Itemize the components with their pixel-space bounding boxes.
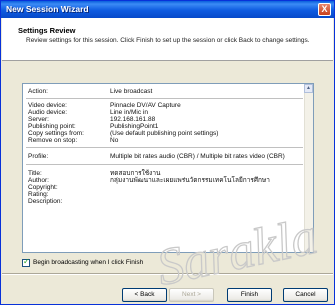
action-value: Live broadcast — [110, 88, 153, 95]
scroll-up-icon[interactable]: ▲ — [304, 84, 313, 93]
row-value: กลุ่มงานพัฒนาและเผยแพร่นวัตกรรมเทคโนโลยี… — [110, 177, 270, 184]
page-title: Settings Review — [18, 26, 76, 35]
finish-button[interactable]: Finish — [227, 288, 272, 302]
action-label: Action: — [28, 88, 48, 95]
row-value: No — [110, 137, 119, 144]
row-label: Remove on stop: — [28, 137, 78, 144]
profile-value: Multiple bit rates audio (CBR) / Multipl… — [110, 153, 285, 160]
back-button[interactable]: < Back — [122, 288, 167, 302]
close-button[interactable]: X — [318, 3, 331, 16]
profile-label: Profile: — [28, 153, 49, 160]
separator — [26, 98, 303, 99]
wizard-header: Settings Review Review settings for this… — [2, 18, 333, 61]
begin-broadcasting-checkbox[interactable] — [22, 257, 30, 267]
page-description: Review settings for this session. Click … — [26, 37, 310, 44]
button-divider — [2, 273, 333, 275]
separator — [26, 164, 303, 165]
settings-review-list[interactable]: Action: Live broadcast Video device: Pin… — [22, 83, 314, 253]
begin-broadcasting-label[interactable]: Begin broadcasting when I click Finish — [33, 259, 143, 266]
cancel-button[interactable]: Cancel — [283, 288, 328, 302]
wizard-window: New Session Wizard X Settings Review Rev… — [0, 0, 335, 305]
next-button[interactable]: Next > — [169, 288, 214, 302]
row-value: (Use default publishing point settings) — [110, 130, 219, 137]
title-bar[interactable]: New Session Wizard X — [1, 1, 334, 18]
separator — [26, 147, 303, 148]
row-label: Description: — [28, 198, 63, 205]
window-title: New Session Wizard — [6, 4, 89, 14]
vertical-scrollbar[interactable]: ▲ — [304, 84, 313, 252]
